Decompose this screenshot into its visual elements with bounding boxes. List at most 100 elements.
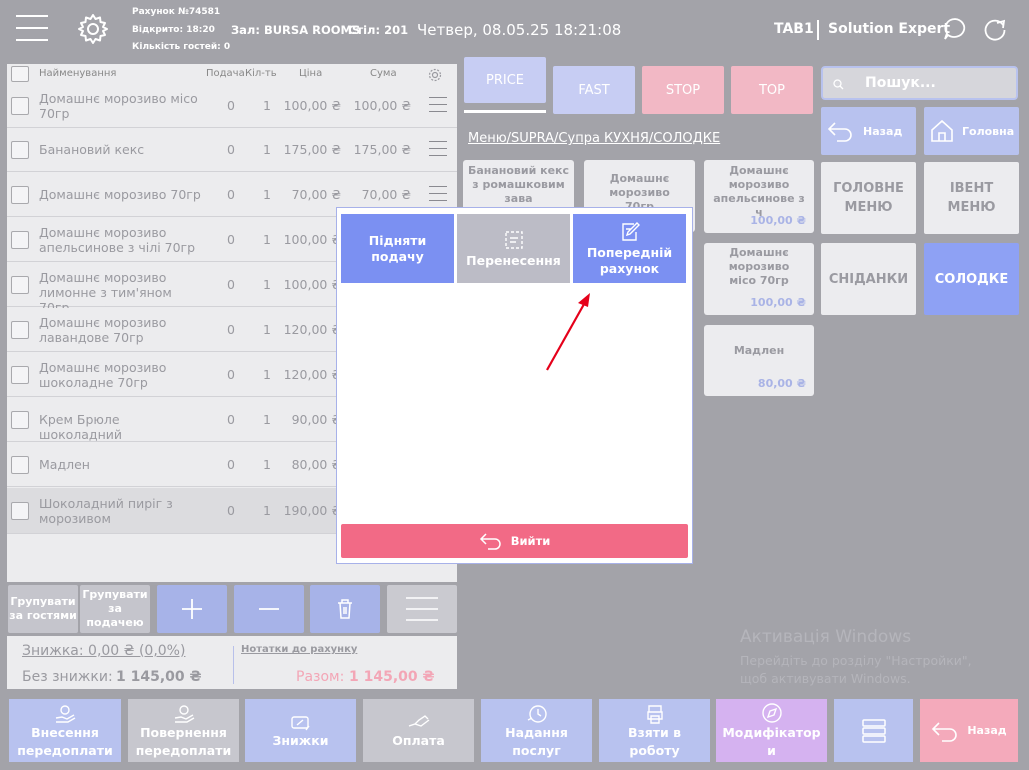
hand-coin-icon — [174, 705, 194, 723]
take-to-work-button[interactable]: Взяти в роботу — [599, 699, 710, 762]
item-qty: 1 — [263, 142, 271, 157]
item-price: 120,00 ₴ — [283, 367, 341, 382]
item-serve: 0 — [227, 142, 235, 157]
prepayment-in-label: Внесення передоплати — [17, 725, 113, 758]
item-serve: 0 — [227, 503, 235, 518]
row-checkbox[interactable] — [11, 411, 29, 429]
item-qty: 1 — [263, 232, 271, 247]
exit-button[interactable]: Вийти — [341, 524, 688, 558]
services-button[interactable]: Надання послуг — [481, 699, 592, 762]
more-actions-button[interactable] — [387, 585, 457, 633]
user-name: Solution Expert — [828, 21, 951, 37]
raise-serve-button[interactable]: Підняти подачу — [341, 214, 454, 283]
current-datetime: Четвер, 08.05.25 18:21:08 — [417, 21, 622, 39]
bill-notes-link[interactable]: Нотатки до рахунку — [241, 644, 357, 655]
group-by-guests-button[interactable]: Групувати за гостями — [8, 585, 78, 633]
payment-button[interactable]: Оплата — [363, 699, 474, 762]
row-checkbox[interactable] — [11, 186, 29, 204]
bottom-menu-button[interactable] — [834, 699, 913, 762]
transfer-button[interactable]: Перенесення — [457, 214, 570, 283]
category-breakfast[interactable]: СНІДАНКИ — [821, 243, 916, 315]
raise-serve-label: Підняти подачу — [368, 232, 427, 264]
total-value: 1 145,00 ₴ — [349, 669, 435, 685]
item-name: Крем Брюле шоколадний — [39, 412, 122, 442]
stop-filter-button[interactable]: STOP — [642, 66, 724, 114]
column-settings-icon[interactable] — [428, 67, 442, 82]
search-box[interactable]: Пошук... — [821, 66, 1018, 100]
item-serve: 0 — [227, 412, 235, 427]
category-main-menu[interactable]: ГОЛОВНЕ МЕНЮ — [821, 162, 916, 234]
item-price: 90,00 ₴ — [291, 412, 341, 427]
select-all-checkbox[interactable] — [11, 66, 29, 82]
discounts-button[interactable]: Знижки — [245, 699, 356, 762]
prepayment-return-button[interactable]: Повернення передоплати — [128, 699, 239, 762]
pre-bill-button[interactable]: Попередній рахунок — [573, 214, 686, 283]
nav-back-button[interactable]: Назад — [821, 107, 916, 155]
item-qty: 1 — [263, 187, 271, 202]
trash-icon — [338, 599, 352, 619]
drag-handle-icon[interactable] — [429, 186, 447, 207]
product-name: Домашнє морозиво апельсинове з ч — [713, 164, 805, 219]
item-price: 190,00 ₴ — [283, 503, 341, 518]
plus-icon — [182, 599, 202, 619]
chat-icon[interactable] — [943, 17, 967, 41]
prepayment-in-button[interactable]: Внесення передоплати — [9, 699, 121, 762]
discount-link[interactable]: Знижка: 0,00 ₴ (0,0%) — [22, 643, 185, 659]
row-checkbox[interactable] — [11, 502, 29, 520]
product-name: Домашнє морозиво місо 70гр — [728, 246, 790, 287]
breadcrumb[interactable]: Меню/SUPRA/Супра КУХНЯ/СОЛОДКЕ — [468, 131, 720, 146]
item-qty: 1 — [263, 503, 271, 518]
printer-icon — [646, 705, 663, 724]
nav-home-button[interactable]: Головна — [924, 107, 1019, 155]
item-price: 100,00 ₴ — [283, 277, 341, 292]
back-arrow-icon — [932, 721, 958, 742]
bottom-back-label: Назад — [967, 723, 1007, 737]
product-name: Мадлен — [733, 344, 785, 357]
product-tile[interactable]: Домашнє морозиво місо 70гр 100,00 ₴ — [704, 243, 814, 315]
transfer-icon — [504, 230, 523, 249]
refresh-icon[interactable] — [982, 16, 1008, 42]
modifiers-button[interactable]: Модифікатори — [716, 699, 827, 762]
row-checkbox[interactable] — [11, 456, 29, 474]
clock-icon — [527, 705, 547, 723]
decrease-item-button[interactable] — [234, 585, 304, 633]
hand-coin-icon — [55, 705, 76, 723]
bottom-back-button[interactable]: Назад — [920, 699, 1018, 762]
row-checkbox[interactable] — [11, 321, 29, 339]
item-sum: 175,00 ₴ — [353, 142, 411, 157]
item-qty: 1 — [263, 277, 271, 292]
row-checkbox[interactable] — [11, 366, 29, 384]
category-event-menu[interactable]: ІВЕНТ МЕНЮ — [924, 162, 1019, 234]
row-checkbox[interactable] — [11, 276, 29, 294]
product-tile[interactable]: Мадлен 80,00 ₴ — [704, 325, 814, 396]
row-checkbox[interactable] — [11, 141, 29, 159]
item-price: 175,00 ₴ — [283, 142, 341, 157]
top-filter-button[interactable]: TOP — [731, 66, 813, 114]
settings-gear-icon[interactable] — [76, 12, 110, 46]
row-checkbox[interactable] — [11, 97, 29, 115]
table-row[interactable]: Домашнє морозиво місо 70гр 0 1 100,00 ₴ 100,… — [7, 84, 457, 128]
row-checkbox[interactable] — [11, 231, 29, 249]
price-filter-underline — [464, 110, 546, 113]
menu-icon[interactable] — [16, 15, 48, 41]
drag-handle-icon[interactable] — [429, 97, 447, 118]
table-row[interactable]: Банановий кекс 0 1 175,00 ₴ 175,00 ₴ — [7, 128, 457, 172]
product-tile[interactable]: Домашнє морозиво апельсинове з ч 100,00 … — [704, 160, 814, 233]
nav-back-label: Назад — [863, 124, 903, 138]
windows-activation-line2: щоб активувати Windows. — [740, 671, 911, 686]
add-item-button[interactable] — [157, 585, 227, 633]
drag-handle-icon[interactable] — [429, 141, 447, 162]
item-name: Домашнє морозиво шоколадне 70гр — [39, 360, 167, 390]
price-filter-button[interactable]: PRICE — [464, 57, 546, 103]
discount-tag-icon — [290, 716, 310, 731]
discounts-label: Знижки — [272, 733, 329, 748]
delete-item-button[interactable] — [310, 585, 380, 633]
category-sweet[interactable]: СОЛОДКЕ — [924, 243, 1019, 315]
search-input[interactable]: Пошук... — [865, 75, 936, 91]
item-price: 100,00 ₴ — [283, 232, 341, 247]
guest-count: Кількість гостей: 0 — [132, 42, 231, 52]
back-arrow-icon — [827, 122, 852, 142]
compass-icon — [761, 703, 782, 723]
fast-filter-button[interactable]: FAST — [553, 66, 635, 114]
group-by-serve-button[interactable]: Групувати за подачею — [80, 585, 150, 633]
